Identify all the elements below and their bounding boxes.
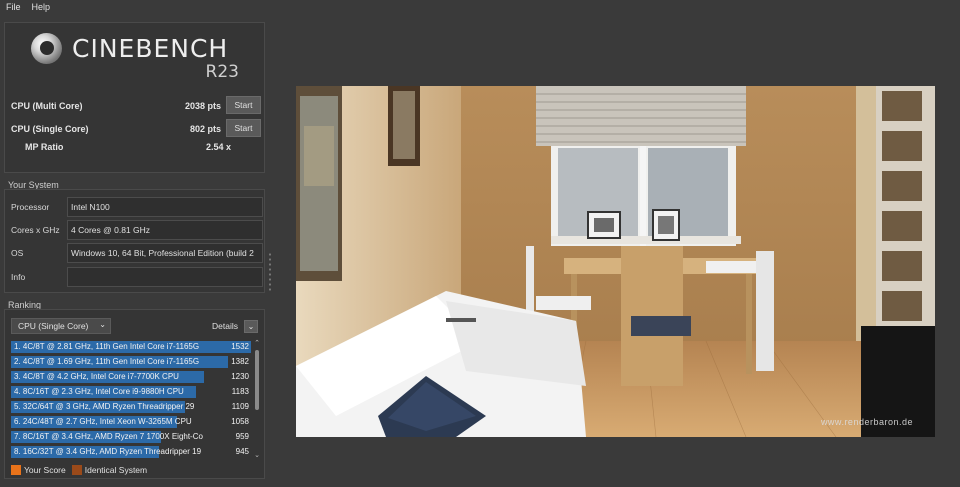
scores-panel: CINEBENCH R23 CPU (Multi Core) 2038 pts … — [4, 22, 265, 173]
ranking-cpu-name: 7. 8C/16T @ 3.4 GHz, AMD Ryzen 7 1700X E… — [14, 432, 203, 441]
ranking-list: 1. 4C/8T @ 2.81 GHz, 11th Gen Intel Core… — [11, 340, 251, 460]
ranking-row[interactable]: 4. 8C/16T @ 2.3 GHz, Intel Core i9-9880H… — [11, 385, 251, 399]
render-viewport: www.renderbaron.de — [296, 86, 935, 437]
system-row-os: OS Windows 10, 64 Bit, Professional Edit… — [11, 243, 263, 263]
ranking-score: 1230 — [231, 372, 249, 381]
ranking-cpu-name: 8. 16C/32T @ 3.4 GHz, AMD Ryzen Threadri… — [14, 447, 202, 456]
chevron-down-icon: ⌄ — [99, 320, 106, 329]
menu-help[interactable]: Help — [26, 0, 56, 16]
system-row-info: Info — [11, 267, 263, 287]
os-field[interactable]: Windows 10, 64 Bit, Professional Edition… — [67, 243, 263, 263]
menu-file[interactable]: File — [0, 0, 26, 16]
score-row-multi-core: CPU (Multi Core) 2038 pts Start — [11, 96, 261, 116]
details-label: Details — [212, 321, 238, 331]
ranking-cpu-name: 4. 8C/16T @ 2.3 GHz, Intel Core i9-9880H… — [14, 387, 184, 396]
legend-label: Your Score — [24, 465, 66, 475]
score-value: 802 pts — [189, 124, 221, 134]
ranking-score: 1183 — [231, 387, 249, 396]
start-single-core-button[interactable]: Start — [226, 119, 261, 137]
ranking-score: 1532 — [231, 342, 249, 351]
system-row-processor: Processor Intel N100 — [11, 197, 263, 217]
score-label: CPU (Single Core) — [11, 124, 89, 134]
render-watermark: www.renderbaron.de — [820, 417, 913, 427]
ranking-score: 945 — [235, 447, 249, 456]
cores-field[interactable]: 4 Cores @ 0.81 GHz — [67, 220, 263, 240]
mp-ratio-label: MP Ratio — [25, 142, 64, 152]
scroll-down-icon[interactable]: ⌄ — [253, 452, 261, 460]
scroll-up-icon[interactable]: ⌃ — [253, 340, 261, 348]
start-multi-core-button[interactable]: Start — [226, 96, 261, 114]
ranking-row[interactable]: 8. 16C/32T @ 3.4 GHz, AMD Ryzen Threadri… — [11, 445, 251, 459]
room-render-image — [296, 86, 935, 437]
score-label: CPU (Multi Core) — [11, 101, 83, 111]
ranking-cpu-name: 2. 4C/8T @ 1.69 GHz, 11th Gen Intel Core… — [14, 357, 200, 366]
ranking-score: 1058 — [231, 417, 249, 426]
panel-splitter-handle[interactable] — [269, 252, 271, 292]
ranking-row[interactable]: 3. 4C/8T @ 4.2 GHz, Intel Core i7-7700K … — [11, 370, 251, 384]
ranking-scrollbar[interactable]: ⌃ ⌄ — [253, 340, 261, 460]
ranking-row[interactable]: 7. 8C/16T @ 3.4 GHz, AMD Ryzen 7 1700X E… — [11, 430, 251, 444]
mp-ratio-value: 2.54 x — [205, 142, 231, 152]
ranking-cpu-name: 3. 4C/8T @ 4.2 GHz, Intel Core i7-7700K … — [14, 372, 179, 381]
ranking-cpu-name: 5. 32C/64T @ 3 GHz, AMD Ryzen Threadripp… — [14, 402, 195, 411]
system-row-cores: Cores x GHz 4 Cores @ 0.81 GHz — [11, 220, 263, 240]
ranking-row[interactable]: 5. 32C/64T @ 3 GHz, AMD Ryzen Threadripp… — [11, 400, 251, 414]
system-row-label: Cores x GHz — [11, 225, 60, 235]
ranking-row[interactable]: 2. 4C/8T @ 1.69 GHz, 11th Gen Intel Core… — [11, 355, 251, 369]
cinebench-logo-icon — [31, 32, 62, 64]
ranking-row[interactable]: 6. 24C/48T @ 2.7 GHz, Intel Xeon W-3265M… — [11, 415, 251, 429]
menu-bar: File Help — [0, 0, 960, 16]
system-panel: Processor Intel N100 Cores x GHz 4 Cores… — [4, 189, 265, 293]
score-value: 2038 pts — [184, 101, 221, 111]
legend-label: Identical System — [84, 465, 148, 475]
ranking-row[interactable]: 1. 4C/8T @ 2.81 GHz, 11th Gen Intel Core… — [11, 340, 251, 354]
legend-swatch — [71, 465, 82, 475]
legend-item-identical-system: Identical System — [71, 465, 148, 475]
ranking-score: 1109 — [231, 402, 249, 411]
processor-field[interactable]: Intel N100 — [67, 197, 263, 217]
system-row-label: Info — [11, 272, 26, 282]
ranking-cpu-name: 1. 4C/8T @ 2.81 GHz, 11th Gen Intel Core… — [14, 342, 200, 351]
legend-swatch — [11, 465, 21, 475]
cinebench-logo: CINEBENCH — [31, 32, 228, 64]
app-version: R23 — [205, 62, 239, 82]
scroll-thumb[interactable] — [255, 350, 259, 410]
system-row-label: Processor — [11, 202, 50, 212]
chevron-down-icon: ⌄ — [247, 322, 255, 331]
ranking-panel: CPU (Single Core) ⌄ Details ⌄ 1. 4C/8T @… — [4, 309, 265, 479]
ranking-cpu-name: 6. 24C/48T @ 2.7 GHz, Intel Xeon W-3265M… — [14, 417, 192, 426]
ranking-test-select[interactable]: CPU (Single Core) ⌄ — [11, 318, 111, 334]
details-toggle-button[interactable]: ⌄ — [244, 320, 258, 333]
app-name: CINEBENCH — [72, 33, 229, 63]
system-row-label: OS — [11, 248, 24, 258]
score-row-single-core: CPU (Single Core) 802 pts Start — [11, 119, 261, 139]
legend-item-your-score: Your Score — [11, 465, 66, 475]
ranking-test-select-value: CPU (Single Core) — [18, 321, 89, 331]
mp-ratio-row: MP Ratio 2.54 x — [11, 137, 261, 157]
info-field[interactable] — [67, 267, 263, 287]
ranking-score: 1382 — [231, 357, 249, 366]
ranking-legend: Your Score Identical System — [11, 465, 153, 475]
ranking-score: 959 — [235, 432, 249, 441]
